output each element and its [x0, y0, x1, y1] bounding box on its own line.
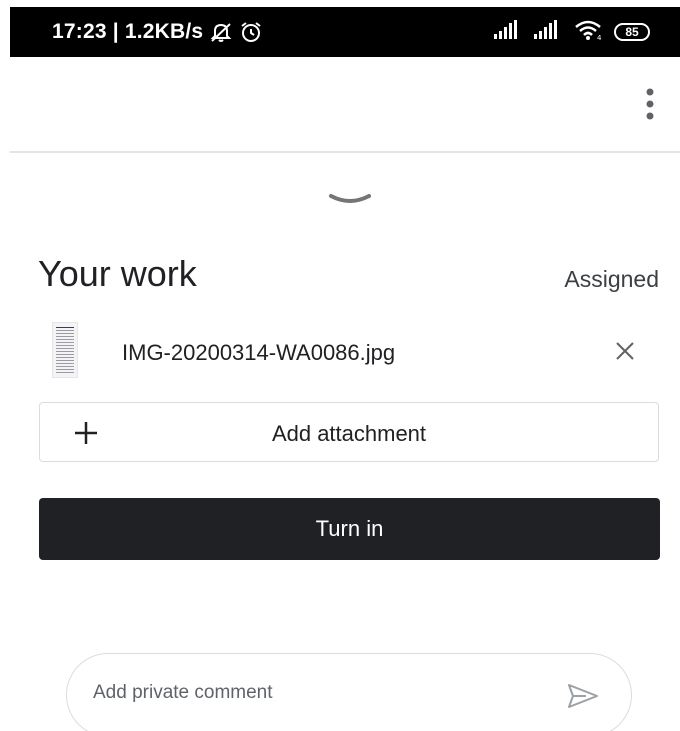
your-work-title: Your work: [38, 253, 197, 294]
collapse-sheet-button[interactable]: [322, 186, 378, 214]
more-options-button[interactable]: [630, 84, 670, 124]
alarm-icon: [239, 21, 263, 43]
close-icon: [616, 342, 634, 360]
send-comment-button[interactable]: [563, 678, 603, 714]
divider: [10, 151, 680, 153]
status-left: 17:23 | 1.2KB/s: [52, 7, 263, 57]
battery-icon: 85: [614, 23, 650, 41]
private-comment-input[interactable]: [93, 682, 533, 704]
chevron-down-icon: [329, 194, 371, 203]
turn-in-button[interactable]: Turn in: [39, 498, 660, 560]
attachment-file-name: IMG-20200314-WA0086.jpg: [122, 340, 396, 365]
add-attachment-button[interactable]: Add attachment: [39, 402, 659, 462]
remove-attachment-button[interactable]: [610, 336, 640, 366]
wifi-icon: 4: [574, 19, 604, 46]
screen: 17:23 | 1.2KB/s 4 85 Your work Assigned …: [0, 0, 680, 731]
file-thumbnail: [52, 322, 78, 378]
add-attachment-label: Add attachment: [271, 421, 427, 446]
private-comment-box: [66, 653, 632, 731]
svg-text:4: 4: [597, 34, 602, 41]
status-bar: 17:23 | 1.2KB/s 4 85: [10, 7, 680, 57]
status-time-speed: 17:23 | 1.2KB/s: [52, 20, 204, 43]
send-icon: [568, 684, 598, 708]
turn-in-label: Turn in: [315, 516, 384, 541]
status-right: 4 85: [494, 7, 650, 57]
signal-icon: [494, 19, 524, 45]
mute-icon: [209, 21, 233, 43]
signal-icon: [534, 19, 564, 45]
assignment-status: Assigned: [564, 266, 659, 292]
more-vert-icon: [646, 88, 654, 120]
attachment-item[interactable]: IMG-20200314-WA0086.jpg: [38, 318, 660, 382]
